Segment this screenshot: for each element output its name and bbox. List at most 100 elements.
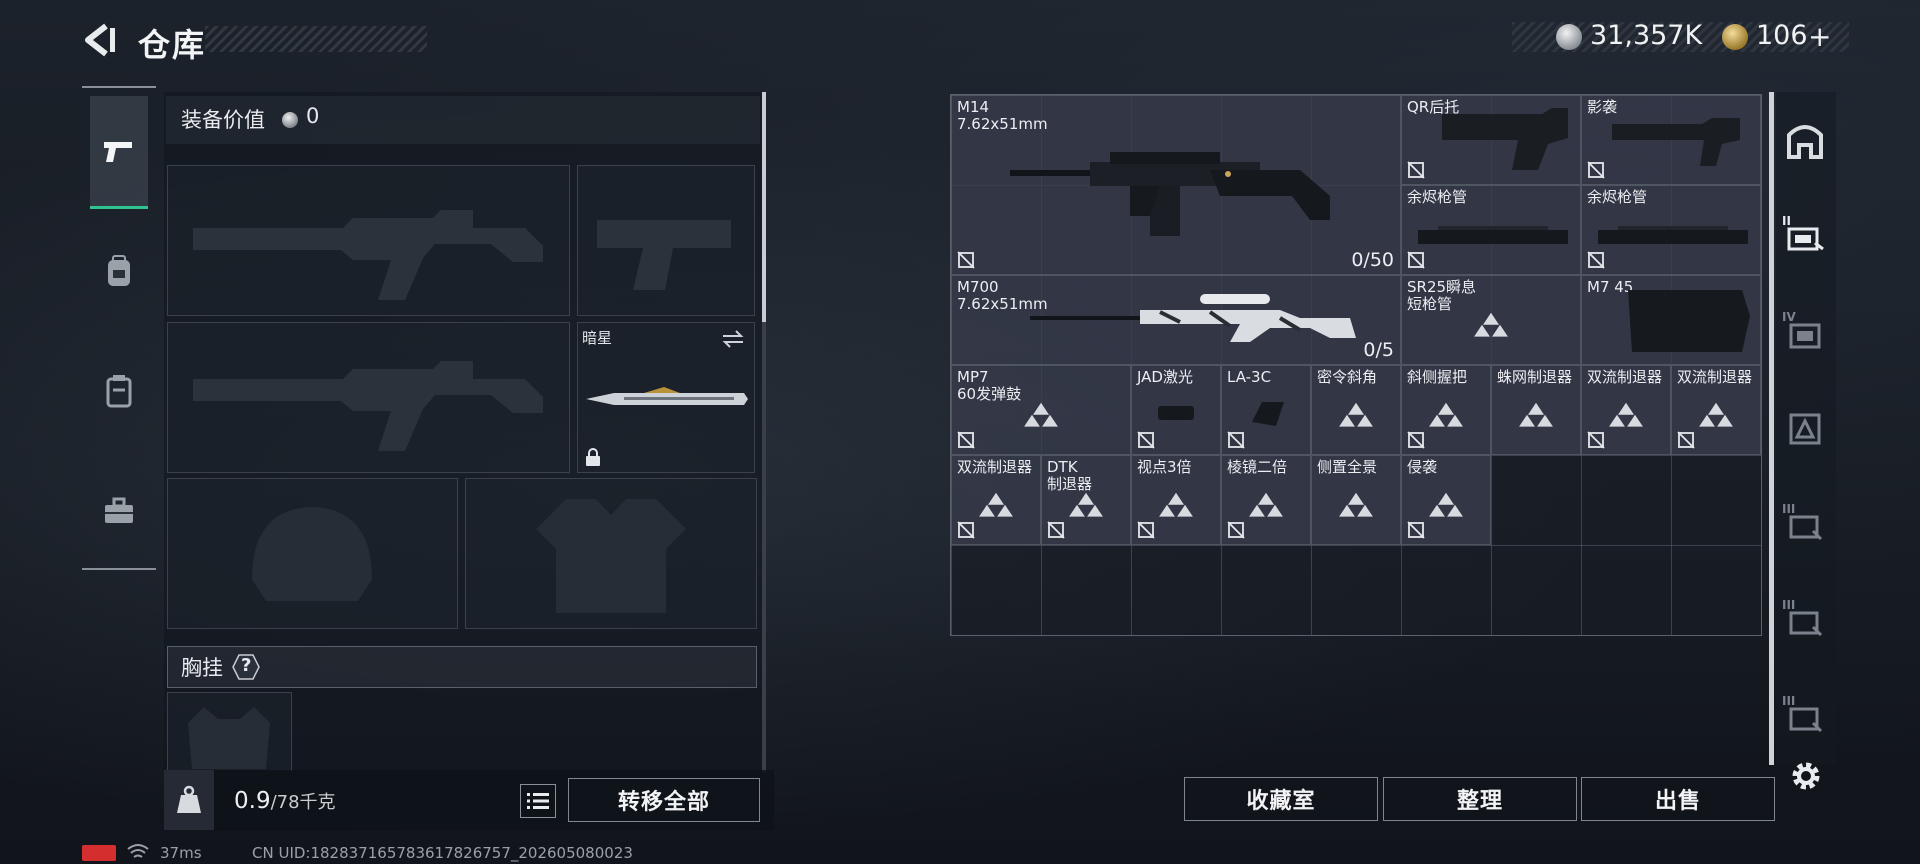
vest-silhouette-icon	[536, 499, 686, 613]
laser-icon	[1252, 402, 1284, 426]
helmet-slot[interactable]	[167, 478, 458, 629]
storage-scrollbar[interactable]	[1769, 92, 1774, 765]
stock-icon	[1442, 108, 1568, 170]
tab-storage-2[interactable]: II	[1782, 214, 1828, 260]
insurance-icon	[957, 521, 975, 539]
placeholder-triangles-icon	[1519, 402, 1553, 427]
swap-icon[interactable]	[721, 329, 745, 349]
insurance-icon	[1137, 521, 1155, 539]
storage-item-qr-stock[interactable]: QR后托	[1401, 95, 1581, 185]
helmet-silhouette-icon	[252, 507, 372, 601]
primary-weapon-slot-1[interactable]	[167, 165, 570, 316]
storage-item-sr25-barrel[interactable]: SR25瞬息 短枪管	[1401, 275, 1581, 365]
pistol-silhouette-icon	[597, 220, 731, 290]
insurance-icon	[957, 251, 975, 269]
primary-weapon-slot-2[interactable]	[167, 322, 570, 473]
storage-item-mp7-drum[interactable]: MP7 60发弹鼓	[951, 365, 1131, 455]
chest-rig-label: 胸挂	[181, 656, 223, 680]
insurance-icon	[1227, 431, 1245, 449]
placeholder-triangles-icon	[1159, 492, 1193, 517]
silver-coin-icon	[1556, 24, 1582, 50]
tab-storage-1[interactable]	[1782, 118, 1828, 164]
storage-item-barrel-2[interactable]: 余烬枪管	[1581, 185, 1761, 275]
rifle-silhouette-icon	[193, 361, 543, 451]
pistol-slot[interactable]	[577, 165, 755, 316]
storage-item-dual-brake-3[interactable]: 双流制退器	[951, 455, 1041, 545]
item-name: 蛛网制退器	[1497, 368, 1573, 386]
settings-gear-icon[interactable]	[1788, 758, 1824, 794]
insurance-icon	[957, 431, 975, 449]
tab-toolbox[interactable]	[90, 456, 148, 566]
item-name: 双流制退器	[1677, 368, 1753, 386]
storage-item-dual-brake-2[interactable]: 双流制退器	[1671, 365, 1761, 455]
insurance-icon	[1227, 521, 1245, 539]
laser-icon	[1158, 406, 1194, 420]
tab-weapons[interactable]	[90, 96, 148, 209]
melee-slot[interactable]: 暗星	[577, 322, 755, 473]
collection-room-button[interactable]: 收藏室	[1184, 777, 1378, 821]
storage-item-web-brake[interactable]: 蛛网制退器	[1491, 365, 1581, 455]
tab-storage-6[interactable]: III	[1782, 598, 1828, 644]
chest-rig-slot[interactable]	[167, 692, 292, 771]
tab-helmet[interactable]	[90, 216, 148, 326]
organize-button[interactable]: 整理	[1383, 777, 1577, 821]
item-name: 侧置全景	[1317, 458, 1378, 476]
storage-item-m7-45[interactable]: M7 45	[1581, 275, 1761, 365]
storage-item-jad-laser[interactable]: JAD激光	[1131, 365, 1221, 455]
tab-storage-3[interactable]	[1782, 406, 1828, 452]
equipment-scroll-thumb[interactable]	[762, 92, 766, 322]
storage-item-m14[interactable]: M14 7.62x51mm 0/50	[951, 95, 1401, 275]
gold-balance: 106	[1756, 20, 1808, 51]
placeholder-triangles-icon	[1069, 492, 1103, 517]
placeholder-triangles-icon	[1609, 402, 1643, 427]
storage-item-yingxi[interactable]: 影袭	[1581, 95, 1761, 185]
weight-lock-button[interactable]	[164, 770, 214, 830]
title-decoration	[205, 26, 427, 52]
list-view-button[interactable]	[520, 784, 556, 818]
add-gold-button[interactable]: +	[1808, 20, 1831, 53]
storage-item-barrel-1[interactable]: 余烬枪管	[1401, 185, 1581, 275]
shelf-icon	[1787, 227, 1824, 251]
knife-icon	[586, 387, 748, 405]
pistol-icon	[104, 142, 132, 162]
storage-item-qinxi[interactable]: 侵袭	[1401, 455, 1491, 545]
tab-storage-4[interactable]: IV	[1782, 310, 1828, 356]
box-icon	[1789, 413, 1821, 445]
page-title: 仓库	[138, 26, 207, 64]
insurance-icon	[1407, 521, 1425, 539]
user-uid: CN UID:182837165783617826757_20260508002…	[252, 844, 633, 862]
transfer-all-button[interactable]: 转移全部	[568, 778, 760, 822]
chest-rig-silhouette-icon	[188, 707, 270, 769]
stock-icon	[1612, 118, 1740, 166]
item-name: 双流制退器	[1587, 368, 1663, 386]
list-icon	[527, 793, 549, 809]
barrel-icon	[1418, 226, 1568, 244]
storage-grid[interactable]: M14 7.62x51mm 0/50 QR后托 影袭 余烬枪管 余烬枪管 M70…	[950, 94, 1762, 636]
item-name: 棱镜二倍	[1227, 458, 1288, 476]
storage-item-dual-brake-1[interactable]: 双流制退器	[1581, 365, 1671, 455]
storage-item-3x-scope[interactable]: 视点3倍	[1131, 455, 1221, 545]
storage-item-side-panoramic[interactable]: 侧置全景	[1311, 455, 1401, 545]
help-icon[interactable]: ?	[232, 654, 260, 680]
tab-storage-5[interactable]: III	[1782, 502, 1828, 548]
sell-button[interactable]: 出售	[1581, 777, 1775, 821]
storage-item-secret-angle[interactable]: 密令斜角	[1311, 365, 1401, 455]
silver-balance: 31,357K	[1590, 20, 1703, 51]
storage-item-2x-prism[interactable]: 棱镜二倍	[1221, 455, 1311, 545]
item-name: 余烬枪管	[1587, 188, 1648, 206]
vest-icon	[106, 375, 132, 408]
tab-armor[interactable]	[90, 336, 148, 446]
back-arrow-icon[interactable]	[80, 20, 120, 60]
body-armor-slot[interactable]	[465, 478, 757, 629]
placeholder-triangles-icon	[1474, 312, 1508, 337]
placeholder-triangles-icon	[1699, 402, 1733, 427]
item-name: JAD激光	[1137, 368, 1193, 386]
storage-item-dtk-brake[interactable]: DTK 制退器	[1041, 455, 1131, 545]
storage-item-angled-grip[interactable]: 斜侧握把	[1401, 365, 1491, 455]
item-name: 余烬枪管	[1407, 188, 1468, 206]
storage-item-la-3c[interactable]: LA-3C	[1221, 365, 1311, 455]
vault-icon	[1787, 125, 1823, 159]
storage-item-m700[interactable]: M700 7.62x51mm 0/5	[951, 275, 1401, 365]
insurance-icon	[1677, 431, 1695, 449]
tab-storage-7[interactable]: III	[1782, 694, 1828, 740]
